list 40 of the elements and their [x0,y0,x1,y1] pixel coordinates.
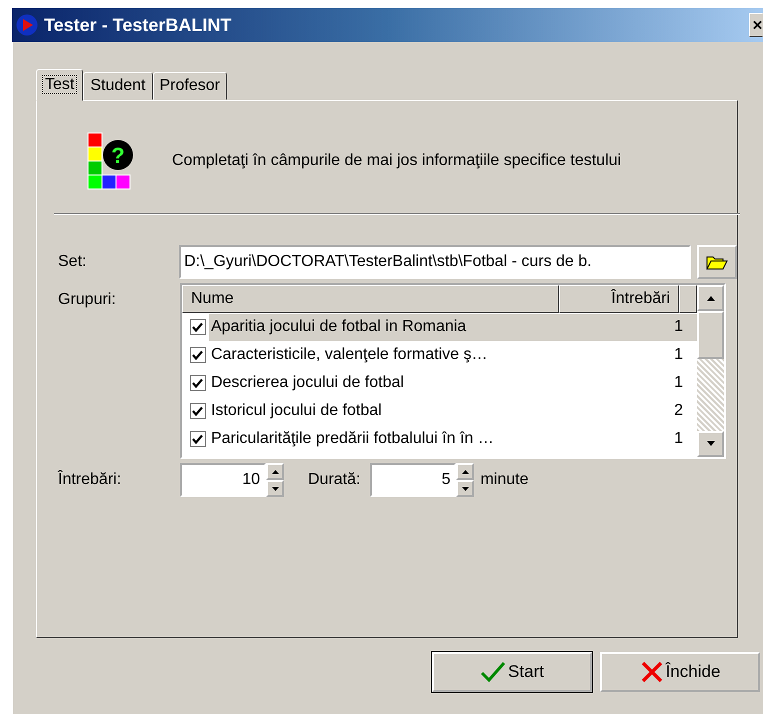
column-header[interactable]: Întrebări [559,285,679,313]
close-dialog-button[interactable]: Închide [600,652,760,692]
list-row[interactable]: Istoricul jocului de fotbal 2 [208,398,697,424]
checkbox[interactable] [190,403,206,419]
list-row[interactable]: Descrierea jocului de fotbal 1 [208,370,697,396]
browse-button[interactable] [697,245,737,279]
x-mark-icon [640,660,664,684]
questions-label: Întrebări: [56,471,122,489]
close-button[interactable] [749,13,763,37]
checkbox[interactable] [190,431,206,447]
checkbox[interactable] [190,347,206,363]
scroll-down-icon[interactable] [697,431,724,457]
checkmark-icon [480,661,506,683]
list-row[interactable]: Caracteristicile, valenţele formative ş… 1 [208,342,697,368]
checkbox[interactable] [190,319,206,335]
start-button[interactable]: Start [432,652,592,692]
checkbox[interactable] [190,375,206,391]
groups-label: Grupuri: [57,290,117,309]
close-icon [753,19,762,31]
set-path-field[interactable]: D:\_Gyuri\DOCTORAT\TesterBalint\stb\Fotbal - curs de b. [179,245,692,279]
list-row[interactable]: Paricularităţile predării fotbalului în în … 1 [208,426,697,452]
folder-icon [706,254,728,270]
tab[interactable]: Profesor [152,72,227,100]
tab[interactable]: Student [83,72,152,100]
questions-field[interactable]: 10 [180,463,266,497]
instruction-text: Completaţi în câmpurile de mai jos informaţiile specifice testului [172,152,622,170]
set-label: Set: [57,253,88,271]
unit-label: minute [480,471,528,489]
scroll-up-icon[interactable] [697,285,724,311]
duration-label: Durată: [308,471,360,489]
column-header[interactable]: Nume [182,285,560,313]
tab[interactable]: Test [36,69,84,101]
duration-field[interactable]: 5 [370,463,456,497]
spinner[interactable] [266,463,284,497]
play-icon [16,14,38,36]
spinner[interactable] [456,463,474,497]
list-row[interactable]: Aparitia jocului de fotbal in Romania 1 [208,314,697,340]
window-title: Tester - TesterBALINT [44,14,232,36]
scrollbar[interactable] [697,285,724,457]
scroll-thumb[interactable] [697,311,724,359]
